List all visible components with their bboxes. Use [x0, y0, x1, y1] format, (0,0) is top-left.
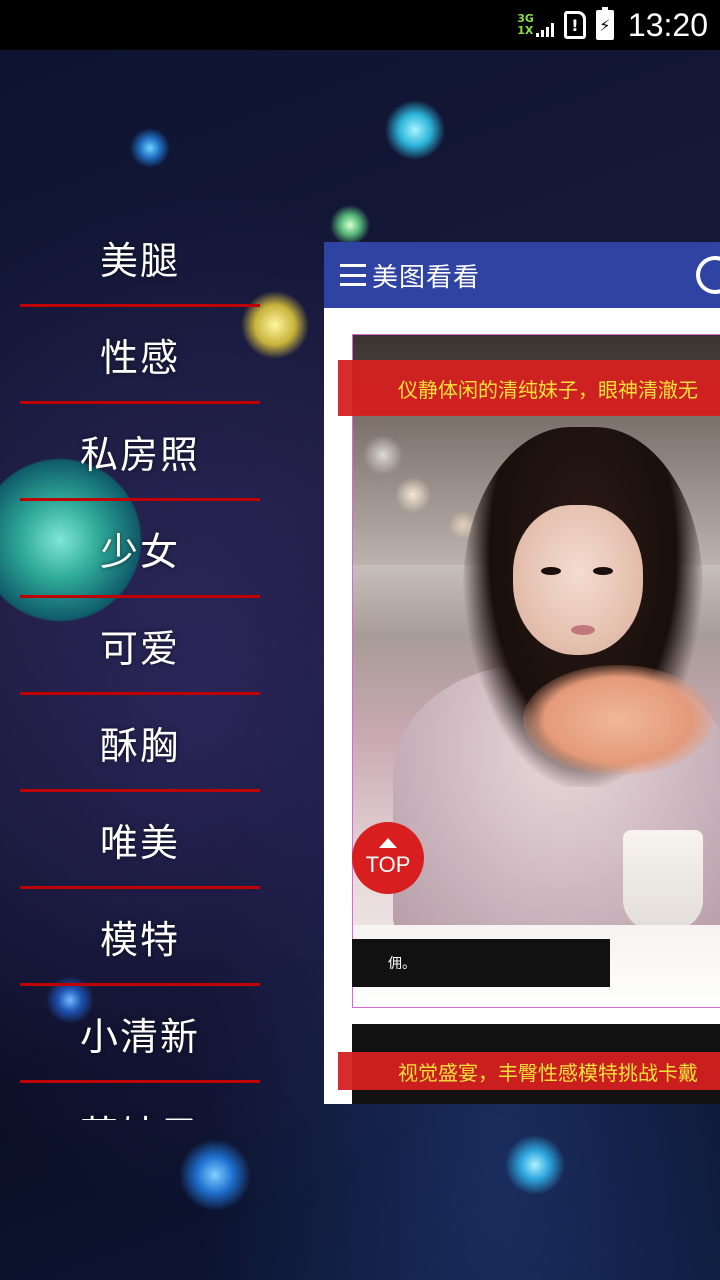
- menu-item-private[interactable]: 私房照: [20, 404, 260, 501]
- hamburger-icon[interactable]: [340, 264, 366, 286]
- menu-item-aesthetic[interactable]: 唯美: [20, 792, 260, 889]
- feed-card[interactable]: [352, 334, 720, 1008]
- refresh-icon[interactable]: [696, 256, 720, 294]
- feed-photo: [353, 335, 720, 1007]
- menu-item-cute[interactable]: 可爱: [20, 598, 260, 695]
- menu-item-model[interactable]: 模特: [20, 889, 260, 986]
- feed-item-title[interactable]: 视觉盛宴，丰臀性感模特挑战卡戴: [338, 1052, 720, 1090]
- menu-item-legs[interactable]: 美腿: [20, 210, 260, 307]
- arrow-up-icon: [379, 838, 397, 848]
- main-panel: 美图看看 仪静体闲的清纯妹子，眼神清澈无 佣。 视觉盛宴，丰臀性感模特挑战卡戴: [324, 242, 720, 1104]
- menu-item-girl[interactable]: 少女: [20, 501, 260, 598]
- network-type-bottom: 1X: [517, 24, 534, 37]
- menu-item-sexy[interactable]: 性感: [20, 307, 260, 404]
- scroll-top-label: TOP: [365, 852, 411, 877]
- battery-bolt-glyph: ⚡: [599, 15, 611, 35]
- category-menu: 美腿 性感 私房照 少女 可爱 酥胸 唯美 模特 小清新 萌妹子: [20, 210, 260, 1120]
- menu-item-fresh[interactable]: 小清新: [20, 986, 260, 1083]
- signal-icon: 3G 1X: [517, 13, 554, 37]
- feed-item-title[interactable]: 仪静体闲的清纯妹子，眼神清澈无: [338, 360, 720, 416]
- battery-charging-icon: ⚡: [595, 7, 614, 40]
- scroll-top-button[interactable]: TOP: [352, 822, 424, 894]
- menu-item-chest[interactable]: 酥胸: [20, 695, 260, 792]
- toolbar: 美图看看: [324, 242, 720, 308]
- feed-item-caption: 佣。: [352, 939, 610, 987]
- sim-alert-glyph: !: [571, 15, 579, 35]
- sim-alert-icon: !: [563, 11, 586, 39]
- status-bar: 3G 1X ! ⚡ 13:20: [0, 0, 720, 50]
- page-title: 美图看看: [372, 262, 481, 293]
- menu-item-cute-girl[interactable]: 萌妹子: [20, 1083, 260, 1120]
- status-time: 13:20: [627, 6, 708, 43]
